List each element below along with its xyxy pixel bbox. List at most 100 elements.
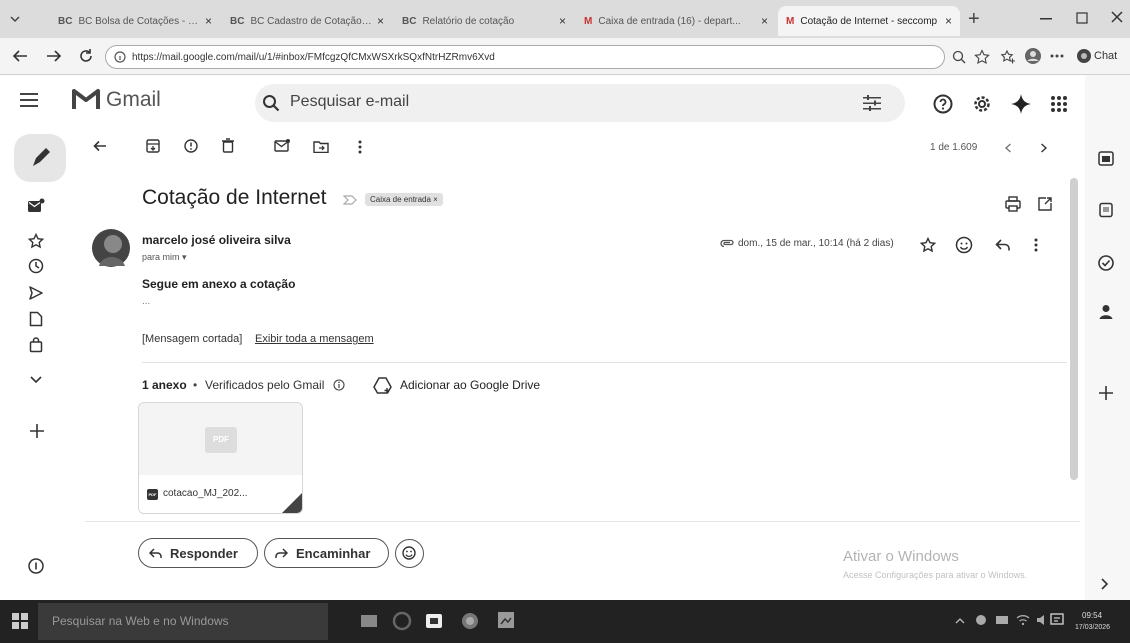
minimize-icon[interactable] xyxy=(1040,18,1052,22)
mark-unread-icon[interactable] xyxy=(274,139,290,153)
print-icon[interactable] xyxy=(1005,196,1021,212)
recipient-dropdown[interactable]: para mim ▾ xyxy=(142,252,187,263)
zoom-icon[interactable] xyxy=(952,50,966,64)
info-circle-icon[interactable] xyxy=(28,558,44,574)
compose-button[interactable] xyxy=(14,134,66,182)
sent-icon[interactable] xyxy=(28,285,44,301)
notification-icon[interactable] xyxy=(1050,613,1064,627)
add-to-drive-link[interactable]: Adicionar ao Google Drive xyxy=(400,378,540,392)
message-more-vertical-icon[interactable] xyxy=(1034,238,1038,252)
inbox-label-chip[interactable]: Caixa de entrada × xyxy=(365,193,443,206)
wifi-icon[interactable] xyxy=(1016,614,1030,626)
taskbar-date[interactable]: 17/03/2026 xyxy=(1075,624,1110,631)
calendar-icon[interactable] xyxy=(1098,150,1114,166)
report-spam-icon[interactable] xyxy=(184,139,198,153)
move-to-folder-icon[interactable] xyxy=(313,140,329,153)
drafts-icon[interactable] xyxy=(29,311,43,327)
forward-arrow-icon xyxy=(275,547,288,559)
profile-avatar-icon[interactable] xyxy=(1024,47,1042,65)
tab-cadastro-cotacao[interactable]: BC BC Cadastro de Cotação - BNC × xyxy=(222,6,392,36)
contacts-icon[interactable] xyxy=(1099,304,1113,320)
keep-icon[interactable] xyxy=(1098,202,1114,218)
copilot-label[interactable]: Chat xyxy=(1094,50,1117,62)
reply-label: Responder xyxy=(170,545,238,561)
app-taskbar-icon[interactable] xyxy=(496,610,516,630)
vertical-scrollbar[interactable] xyxy=(1070,178,1078,480)
tab-menu-chevron-icon[interactable] xyxy=(8,12,22,26)
archive-icon[interactable] xyxy=(146,139,160,153)
create-label-plus-icon[interactable] xyxy=(30,424,44,438)
tab-relatorio-cotacao[interactable]: BC Relatório de cotação × xyxy=(394,6,574,36)
star-email-icon[interactable] xyxy=(920,237,936,253)
more-options-vertical-icon[interactable] xyxy=(358,140,362,154)
older-chevron-right-icon[interactable] xyxy=(1040,143,1048,153)
taskbar-time[interactable]: 09:54 xyxy=(1082,611,1102,620)
address-bar-input[interactable]: https://mail.google.com/mail/u/1/#inbox/… xyxy=(105,45,945,69)
new-tab-button[interactable]: + xyxy=(968,8,980,31)
starred-icon[interactable] xyxy=(28,233,44,249)
reply-button[interactable]: Responder xyxy=(138,538,258,568)
gemini-sparkle-icon[interactable] xyxy=(1010,93,1032,115)
tray-app-icon[interactable] xyxy=(975,614,987,626)
gmail-logo-icon[interactable] xyxy=(72,88,100,110)
search-icon[interactable] xyxy=(262,94,280,112)
emoji-reaction-icon[interactable] xyxy=(955,236,973,254)
search-input[interactable]: Pesquisar e-mail xyxy=(290,93,409,111)
close-icon[interactable]: × xyxy=(377,14,384,28)
favorite-star-icon[interactable] xyxy=(974,49,990,65)
settings-gear-icon[interactable] xyxy=(972,94,992,114)
emoji-reaction-button[interactable] xyxy=(395,539,424,568)
tab-caixa-entrada[interactable]: M Caixa de entrada (16) - depart... × xyxy=(576,6,776,36)
close-window-icon[interactable] xyxy=(1110,10,1124,24)
main-menu-icon[interactable] xyxy=(20,93,38,107)
reply-arrow-icon[interactable] xyxy=(995,238,1011,252)
scan-info-icon[interactable] xyxy=(333,379,345,391)
delete-trash-icon[interactable] xyxy=(222,138,234,153)
purchases-bag-icon[interactable] xyxy=(29,337,43,353)
tab-bolsa-cotacoes[interactable]: BC BC Bolsa de Cotações - BNC × xyxy=(50,6,220,36)
close-icon[interactable]: × xyxy=(945,14,952,28)
file-explorer-icon[interactable] xyxy=(424,611,444,631)
more-chevron-down-icon[interactable] xyxy=(30,375,42,385)
reload-icon[interactable] xyxy=(78,48,94,64)
windows-start-icon[interactable] xyxy=(12,613,28,629)
back-to-inbox-icon[interactable] xyxy=(93,140,107,152)
trimmed-content-ellipsis[interactable]: ... xyxy=(142,296,150,307)
browser-taskbar-icon[interactable] xyxy=(460,611,480,631)
search-options-icon[interactable] xyxy=(862,94,882,112)
task-view-icon[interactable] xyxy=(360,612,378,630)
importance-marker-icon[interactable] xyxy=(343,195,357,205)
tray-network-icon[interactable] xyxy=(995,614,1009,626)
volume-icon[interactable] xyxy=(1036,614,1050,626)
snoozed-clock-icon[interactable] xyxy=(28,258,44,274)
edge-taskbar-icon[interactable] xyxy=(392,611,412,631)
add-addon-plus-icon[interactable] xyxy=(1099,386,1113,400)
back-arrow-icon[interactable] xyxy=(12,49,28,63)
sender-avatar[interactable] xyxy=(91,228,131,268)
google-drive-add-icon[interactable] xyxy=(373,376,393,394)
open-new-window-icon[interactable] xyxy=(1037,196,1053,212)
copilot-icon[interactable] xyxy=(1076,48,1092,64)
close-icon[interactable]: × xyxy=(761,14,768,28)
more-dots-icon[interactable] xyxy=(1050,54,1064,58)
taskbar-search-input[interactable]: Pesquisar na Web e no Windows xyxy=(38,603,328,640)
help-icon[interactable] xyxy=(933,94,953,114)
favorites-icon[interactable] xyxy=(1000,49,1016,65)
close-icon[interactable]: × xyxy=(205,14,212,28)
view-entire-message-link[interactable]: Exibir toda a mensagem xyxy=(255,333,374,345)
site-info-icon[interactable] xyxy=(114,51,126,63)
tab-cotacao-internet[interactable]: M Cotação de Internet - seccomp × xyxy=(778,6,960,36)
maximize-icon[interactable] xyxy=(1076,12,1088,24)
attachment-tile[interactable]: PDF PDF cotacao_MJ_202... xyxy=(138,402,303,514)
activation-watermark-subtitle: Acesse Configurações para ativar o Windo… xyxy=(843,570,1028,580)
sender-name[interactable]: marcelo josé oliveira silva xyxy=(142,233,291,247)
forward-arrow-icon[interactable] xyxy=(46,49,62,63)
tasks-icon[interactable] xyxy=(1097,254,1115,272)
forward-button[interactable]: Encaminhar xyxy=(264,538,389,568)
close-icon[interactable]: × xyxy=(559,14,566,28)
tray-chevron-up-icon[interactable] xyxy=(955,617,965,625)
apps-grid-icon[interactable] xyxy=(1050,95,1068,113)
newer-chevron-left-icon[interactable] xyxy=(1004,143,1012,153)
expand-panel-chevron-icon[interactable] xyxy=(1100,578,1110,590)
mail-badge-icon[interactable] xyxy=(27,198,45,214)
